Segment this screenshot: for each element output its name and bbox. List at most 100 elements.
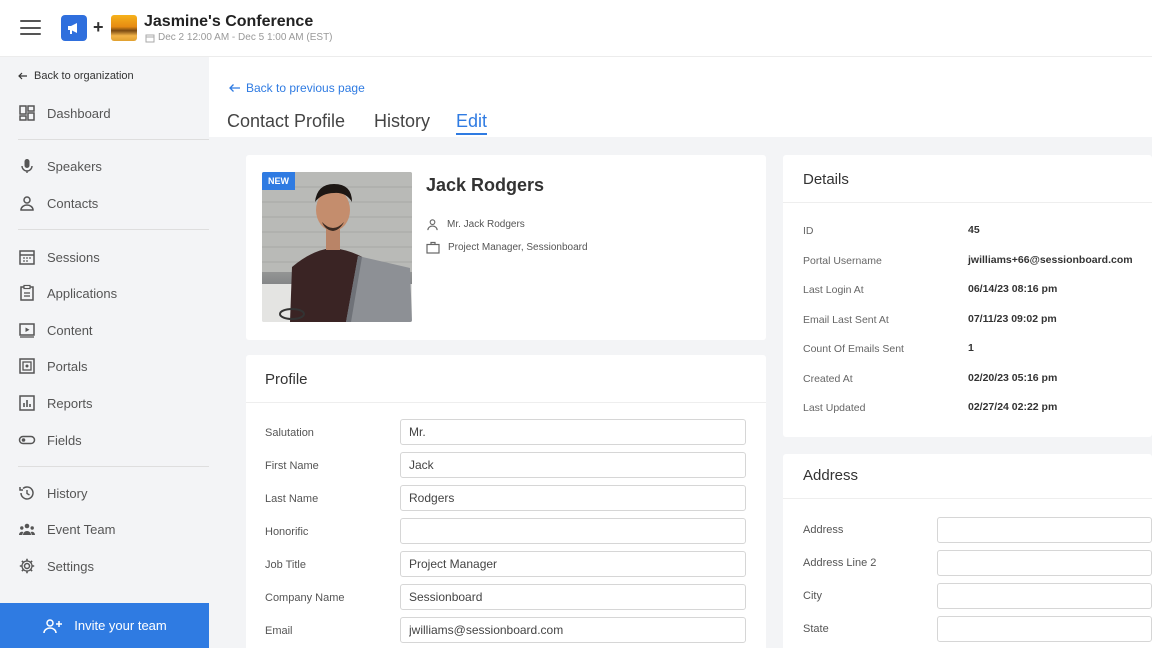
profile-title: Profile	[265, 371, 308, 388]
detail-label: ID	[803, 225, 814, 237]
contact-job-line: Project Manager, Sessionboard	[426, 241, 588, 254]
person-icon	[427, 219, 438, 231]
briefcase-icon	[426, 241, 440, 254]
sidebar-item-settings[interactable]: Settings	[18, 554, 94, 578]
sidebar-item-sessions[interactable]: Sessions	[18, 245, 100, 269]
field-label: Address Line 2	[803, 557, 877, 569]
details-card: Details ID 45 Portal Username jwilliams+…	[783, 155, 1152, 437]
detail-label: Last Updated	[803, 402, 866, 414]
detail-value: 06/14/23 08:16 pm	[968, 283, 1058, 295]
detail-value: jwilliams+66@sessionboard.com	[968, 254, 1133, 266]
back-to-organization-link[interactable]: Back to organization	[18, 70, 134, 82]
contact-salutation-line: Mr. Jack Rodgers	[426, 218, 525, 231]
contact-photo-image	[262, 172, 412, 322]
contact-name: Jack Rodgers	[426, 175, 545, 195]
sidebar-divider	[18, 229, 209, 230]
megaphone-logo-icon	[61, 15, 87, 41]
back-to-previous-page-link[interactable]: Back to previous page	[229, 81, 365, 95]
tab-contact-profile[interactable]: Contact Profile	[227, 111, 345, 132]
main-content: Back to previous page Contact Profile Hi…	[209, 57, 1152, 648]
new-badge: NEW	[262, 172, 295, 190]
field-label: Salutation	[265, 427, 314, 439]
city-input[interactable]	[937, 583, 1152, 609]
honorific-input[interactable]	[400, 518, 746, 544]
last-name-input[interactable]	[400, 485, 746, 511]
sidebar-item-fields[interactable]: Fields	[18, 428, 82, 452]
sidebar-item-applications[interactable]: Applications	[18, 281, 117, 305]
conference-title: Jasmine's Conference	[144, 13, 314, 30]
detail-value: 02/20/23 05:16 pm	[968, 372, 1058, 384]
back-to-organization-label: Back to organization	[34, 70, 134, 82]
sidebar-item-speakers[interactable]: Speakers	[18, 154, 102, 178]
company-name-input[interactable]	[400, 584, 746, 610]
address-title: Address	[803, 467, 859, 484]
address-divider	[783, 498, 1152, 499]
sidebar-item-label: Settings	[47, 558, 94, 574]
sidebar-item-label: Sessions	[47, 249, 100, 265]
profile-divider	[246, 402, 766, 403]
conference-logo	[111, 15, 137, 41]
tab-history[interactable]: History	[374, 111, 430, 132]
detail-value: 1	[968, 342, 974, 354]
arrow-left-icon	[18, 72, 27, 80]
contact-photo: NEW	[262, 172, 412, 322]
person-icon	[20, 196, 34, 211]
contact-job: Project Manager, Sessionboard	[448, 242, 588, 253]
sidebar-item-label: History	[47, 485, 88, 501]
sidebar-item-label: Speakers	[47, 158, 102, 174]
state-input[interactable]	[937, 616, 1152, 642]
hamburger-menu-icon[interactable]	[20, 20, 41, 35]
contact-header-card: NEW Jack Rodgers Mr. Jack Rodgers Projec…	[246, 155, 766, 340]
profile-card: Profile Salutation First Name Last Name …	[246, 355, 766, 648]
microphone-icon	[21, 159, 33, 173]
sidebar-item-label: Applications	[47, 285, 118, 301]
team-icon	[19, 523, 35, 535]
plus-sign: +	[93, 17, 104, 37]
detail-label: Email Last Sent At	[803, 314, 889, 326]
field-label: Address	[803, 524, 844, 536]
sidebar-item-event-team[interactable]: Event Team	[18, 517, 115, 541]
sidebar-item-label: Fields	[47, 432, 82, 448]
gear-icon	[19, 558, 35, 574]
sidebar-item-contacts[interactable]: Contacts	[18, 191, 98, 215]
salutation-input[interactable]	[400, 419, 746, 445]
clipboard-icon	[20, 284, 34, 301]
detail-label: Count Of Emails Sent	[803, 343, 904, 355]
detail-value: 02/27/24 02:22 pm	[968, 401, 1058, 413]
sidebar-item-content[interactable]: Content	[18, 318, 93, 342]
sidebar: Back to organization Dashboard Speakers …	[0, 57, 209, 648]
field-label: Email	[265, 625, 293, 637]
video-icon	[19, 323, 35, 338]
arrow-left-icon	[229, 84, 240, 92]
chart-icon	[19, 395, 35, 411]
sidebar-item-label: Dashboard	[47, 105, 111, 121]
address-input[interactable]	[937, 517, 1152, 543]
address-card: Address Address Address Line 2 City Stat…	[783, 454, 1152, 648]
invite-team-button[interactable]: Invite your team	[0, 603, 209, 648]
date-range-text: Dec 2 12:00 AM - Dec 5 1:00 AM (EST)	[158, 32, 333, 43]
field-label: Job Title	[265, 559, 306, 571]
field-label: Company Name	[265, 592, 345, 604]
tab-edit[interactable]: Edit	[456, 111, 488, 135]
calendar-small-icon	[145, 34, 155, 42]
sidebar-divider	[18, 139, 209, 140]
job-title-input[interactable]	[400, 551, 746, 577]
detail-value: 45	[968, 224, 980, 236]
sidebar-item-dashboard[interactable]: Dashboard	[18, 101, 111, 125]
sidebar-item-label: Contacts	[47, 195, 99, 211]
field-label: Honorific	[265, 526, 309, 538]
field-label: City	[803, 590, 822, 602]
dashboard-icon	[19, 105, 35, 121]
calendar-icon	[19, 250, 35, 265]
sidebar-divider	[18, 466, 209, 467]
first-name-input[interactable]	[400, 452, 746, 478]
sidebar-item-label: Event Team	[47, 521, 116, 537]
address-line-2-input[interactable]	[937, 550, 1152, 576]
email-input[interactable]	[400, 617, 746, 643]
top-bar: + Jasmine's Conference Dec 2 12:00 AM - …	[0, 0, 1152, 57]
toggle-icon	[18, 435, 36, 445]
portal-icon	[19, 358, 35, 374]
sidebar-item-history[interactable]: History	[18, 481, 87, 505]
sidebar-item-reports[interactable]: Reports	[18, 391, 93, 415]
sidebar-item-portals[interactable]: Portals	[18, 354, 87, 378]
